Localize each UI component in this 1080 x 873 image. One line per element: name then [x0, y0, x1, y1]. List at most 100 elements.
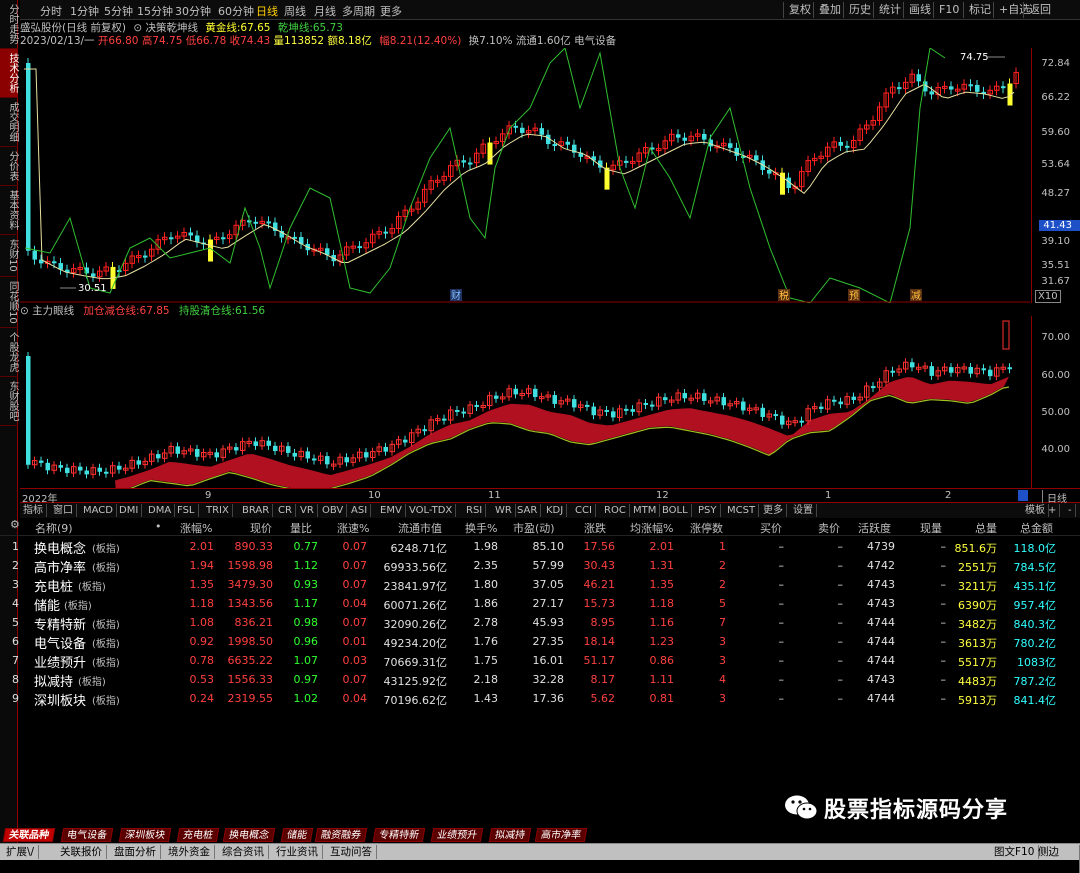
indicator-tab-0[interactable]: 指标	[20, 504, 47, 517]
table-row[interactable]: 7 业绩预升 (板指) 0.78 6635.22 1.07 0.03 70669.31亿 1.7…	[0, 652, 1080, 671]
left-tab-4[interactable]: 基本资料	[0, 186, 18, 235]
indicator-tab-7[interactable]: BRAR	[239, 504, 274, 517]
toolbar-btn-0[interactable]: 复权	[783, 2, 816, 18]
related-tab-6[interactable]: 融资融券	[314, 828, 368, 842]
col-header-9[interactable]: 涨跌	[584, 520, 606, 536]
status-btn-0[interactable]: 扩展\/	[2, 845, 40, 859]
col-header-10[interactable]: 均涨幅%	[630, 520, 673, 536]
sector-name[interactable]: 换电概念	[34, 538, 86, 557]
table-row[interactable]: 9 深圳板块 (板指) 0.24 2319.55 1.02 0.04 70196.62亿 1.4…	[0, 690, 1080, 709]
indicator-tab-2[interactable]: MACD	[80, 504, 117, 517]
left-tab-6[interactable]: 同花顺10	[0, 277, 18, 329]
period-6[interactable]: 日线	[256, 3, 278, 19]
indicator-tab-17[interactable]: KDJ	[543, 504, 568, 517]
col-header-7[interactable]: 换手%	[465, 520, 497, 536]
period-1[interactable]: 1分钟	[70, 3, 99, 19]
table-row[interactable]: 1 换电概念 (板指) 2.01 890.33 0.77 0.07 6248.71亿 1.98 8…	[0, 538, 1080, 557]
indicator-tab-16[interactable]: SAR	[514, 504, 542, 517]
related-tab-5[interactable]: 储能	[280, 828, 314, 842]
left-tab-8[interactable]: 东财股吧	[0, 377, 18, 427]
indicator-tab-1[interactable]: 窗口	[50, 504, 77, 517]
indicator-tab-6[interactable]: TRIX	[203, 504, 233, 517]
indicator-tab-8[interactable]: CR	[275, 504, 296, 517]
indicator-tab-19[interactable]: ROC	[601, 504, 630, 517]
col-header-1[interactable]: •	[155, 520, 162, 533]
related-tab-1[interactable]: 电气设备	[60, 828, 114, 842]
toolbar-btn-2[interactable]: 历史	[843, 2, 876, 18]
status-btn-3[interactable]: 境外资金	[164, 845, 215, 859]
table-row[interactable]: 2 高市净率 (板指) 1.94 1598.98 1.12 0.07 69933.56亿 2.3…	[0, 557, 1080, 576]
period-7[interactable]: 周线	[284, 3, 306, 19]
sector-name[interactable]: 拟减持	[34, 671, 73, 690]
col-header-8[interactable]: 市盈(动)	[513, 520, 555, 536]
left-tab-2[interactable]: 成交明细	[0, 98, 18, 147]
status-btn-6[interactable]: 互动问答	[326, 845, 377, 859]
left-tab-5[interactable]: 东财10	[0, 235, 18, 277]
left-tab-7[interactable]: 个股龙虎	[0, 328, 18, 378]
candlestick-chart[interactable]: 74.75 30.51 财 税 预 减	[20, 48, 1030, 303]
period-8[interactable]: 月线	[314, 3, 336, 19]
toolbar-btn-8[interactable]: 返回	[1023, 2, 1056, 18]
related-tab-3[interactable]: 充电桩	[176, 828, 220, 842]
col-header-2[interactable]: 涨幅%	[180, 520, 212, 536]
sector-name[interactable]: 深圳板块	[34, 690, 86, 709]
toolbar-btn-4[interactable]: 画线	[903, 2, 936, 18]
col-header-4[interactable]: 量比	[290, 520, 312, 536]
left-tab-1[interactable]: 技术分析	[0, 49, 18, 98]
related-tab-9[interactable]: 拟减持	[488, 828, 532, 842]
indicator-tab-12[interactable]: EMV	[377, 504, 406, 517]
col-header-11[interactable]: 涨停数	[690, 520, 723, 536]
related-tab-8[interactable]: 业绩预升	[430, 828, 484, 842]
indicator-tab-10[interactable]: OBV	[319, 504, 348, 517]
period-2[interactable]: 5分钟	[104, 3, 133, 19]
sector-name[interactable]: 电气设备	[34, 633, 86, 652]
related-tab-2[interactable]: 深圳板块	[118, 828, 172, 842]
col-header-6[interactable]: 流通市值	[398, 520, 442, 536]
indicator-tab-15[interactable]: WR	[492, 504, 516, 517]
col-header-3[interactable]: 现价	[250, 520, 272, 536]
related-tab-0[interactable]: 关联品种	[2, 828, 56, 842]
table-row[interactable]: 5 专精特新 (板指) 1.08 836.21 0.98 0.07 32090.26亿 2.78…	[0, 614, 1080, 633]
period-4[interactable]: 30分钟	[175, 3, 211, 19]
template-btn-2[interactable]: -	[1065, 504, 1076, 517]
status-btn-5[interactable]: 行业资讯	[272, 845, 323, 859]
period-5[interactable]: 60分钟	[218, 3, 254, 19]
period-0[interactable]: 分时	[40, 3, 62, 19]
indicator-tab-23[interactable]: MCST	[724, 504, 760, 517]
left-tab-3[interactable]: 分价表	[0, 147, 18, 186]
left-tab-0[interactable]: 分时走势	[0, 0, 18, 49]
col-header-12[interactable]: 买价	[760, 520, 782, 536]
status-btn-2[interactable]: 盘面分析	[110, 845, 161, 859]
related-tab-7[interactable]: 专精特新	[372, 828, 426, 842]
related-tab-10[interactable]: 高市净率	[534, 828, 588, 842]
indicator-tab-9[interactable]: VR	[297, 504, 318, 517]
toolbar-btn-6[interactable]: 标记	[963, 2, 996, 18]
col-header-5[interactable]: 涨速%	[337, 520, 369, 536]
col-header-13[interactable]: 卖价	[818, 520, 840, 536]
toolbar-btn-3[interactable]: 统计	[873, 2, 906, 18]
status-btn-4[interactable]: 综合资讯	[218, 845, 269, 859]
f10-btn[interactable]: 图文F10	[990, 845, 1040, 859]
period-3[interactable]: 15分钟	[137, 3, 173, 19]
sidebar-btn[interactable]: 侧边栏»	[1034, 845, 1080, 873]
sector-name[interactable]: 高市净率	[34, 557, 86, 576]
main-force-chart[interactable]	[20, 316, 1030, 488]
sector-name[interactable]: 业绩预升	[34, 652, 86, 671]
col-header-16[interactable]: 总量	[975, 520, 997, 536]
table-row[interactable]: 6 电气设备 (板指) 0.92 1998.50 0.96 0.01 49234.20亿 1.7…	[0, 633, 1080, 652]
related-tab-4[interactable]: 换电概念	[222, 828, 276, 842]
indicator-tab-11[interactable]: ASI	[348, 504, 372, 517]
period-9[interactable]: 多周期	[342, 3, 375, 19]
scroll-marker[interactable]	[1018, 490, 1028, 501]
toolbar-btn-1[interactable]: 叠加	[813, 2, 846, 18]
template-btn-1[interactable]: +	[1045, 504, 1061, 517]
period-10[interactable]: 更多	[380, 3, 402, 19]
sector-name[interactable]: 充电桩	[34, 576, 73, 595]
col-header-17[interactable]: 总金额	[1020, 520, 1053, 536]
indicator-tab-13[interactable]: VOL-TDX	[406, 504, 457, 517]
indicator-tab-21[interactable]: BOLL	[659, 504, 692, 517]
settings-icon[interactable]: ⚙	[10, 518, 20, 531]
indicator-tab-4[interactable]: DMA	[145, 504, 176, 517]
indicator-tab-5[interactable]: FSL	[174, 504, 199, 517]
sector-name[interactable]: 储能	[34, 595, 60, 614]
